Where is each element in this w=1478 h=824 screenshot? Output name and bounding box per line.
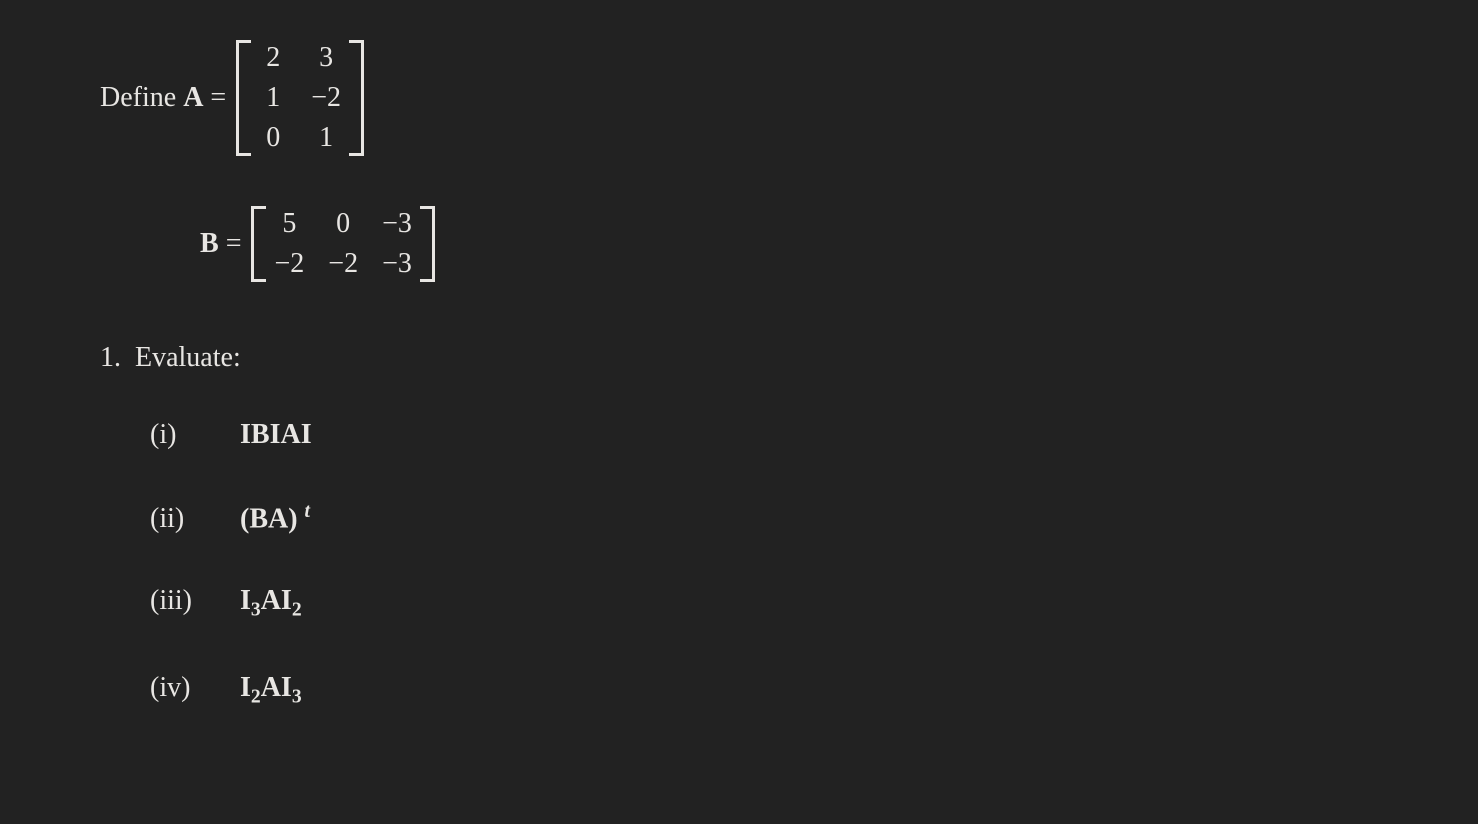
subquestion-label: (iii)	[150, 585, 240, 617]
define-a-lhs: Define A =	[100, 82, 226, 114]
question-text: Evaluate:	[135, 342, 241, 373]
matrix-b: 5 0 −3 −2 −2 −3	[251, 206, 434, 282]
subquestion-label: (i)	[150, 419, 240, 451]
matrix-a: 2 3 1 −2 0 1	[236, 40, 364, 156]
document-page: Define A = 2 3 1 −2 0 1 B = 5 0 −3	[0, 0, 1478, 799]
matrix-cell: 3	[311, 42, 341, 74]
bracket-right-icon	[351, 40, 364, 156]
matrix-cell: 0	[259, 122, 287, 154]
subquestion-label: (iv)	[150, 672, 240, 704]
bracket-right-icon	[422, 206, 435, 282]
expression: I3AI2	[240, 585, 302, 622]
expr-subscript: 3	[292, 687, 302, 708]
matrix-cell: 5	[274, 208, 304, 240]
define-b-lhs: B =	[200, 228, 241, 260]
expression: I2AI3	[240, 672, 302, 709]
expression: (BA) t	[240, 501, 310, 535]
subquestion-i: (i) IBIAI	[150, 419, 1378, 451]
expr-text: I	[240, 585, 251, 616]
matrix-cell: −3	[382, 208, 412, 240]
expr-text: AI	[261, 585, 292, 616]
expr-text: AI	[261, 672, 292, 703]
expr-subscript: 3	[251, 600, 261, 621]
expr-text: IBIAI	[240, 419, 312, 450]
bracket-left-icon	[251, 206, 264, 282]
matrix-b-name: B	[200, 228, 219, 259]
equals-sign: =	[203, 82, 226, 113]
matrix-a-name: A	[183, 82, 203, 113]
matrix-cell: 1	[311, 122, 341, 154]
matrix-cell: −3	[382, 248, 412, 280]
matrix-cell: 1	[259, 82, 287, 114]
subquestion-ii: (ii) (BA) t	[150, 501, 1378, 535]
bracket-left-icon	[236, 40, 249, 156]
define-prefix: Define	[100, 82, 183, 113]
expr-text: I	[240, 672, 251, 703]
matrix-b-grid: 5 0 −3 −2 −2 −3	[264, 206, 421, 282]
equals-sign: =	[219, 228, 242, 259]
matrix-cell: −2	[274, 248, 304, 280]
expression: IBIAI	[240, 419, 312, 451]
matrix-cell: −2	[328, 248, 358, 280]
subquestion-label: (ii)	[150, 503, 240, 535]
matrix-a-grid: 2 3 1 −2 0 1	[249, 40, 351, 156]
question-number: 1.	[100, 342, 121, 373]
matrix-cell: −2	[311, 82, 341, 114]
expr-subscript: 2	[292, 600, 302, 621]
expr-superscript: t	[305, 501, 310, 522]
define-a-line: Define A = 2 3 1 −2 0 1	[100, 40, 1378, 156]
subquestion-iv: (iv) I2AI3	[150, 672, 1378, 709]
define-b-line: B = 5 0 −3 −2 −2 −3	[200, 206, 1378, 282]
subquestion-iii: (iii) I3AI2	[150, 585, 1378, 622]
matrix-cell: 0	[328, 208, 358, 240]
expr-subscript: 2	[251, 687, 261, 708]
question-line: 1. Evaluate:	[100, 342, 1378, 374]
matrix-cell: 2	[259, 42, 287, 74]
expr-text: (BA)	[240, 503, 298, 534]
